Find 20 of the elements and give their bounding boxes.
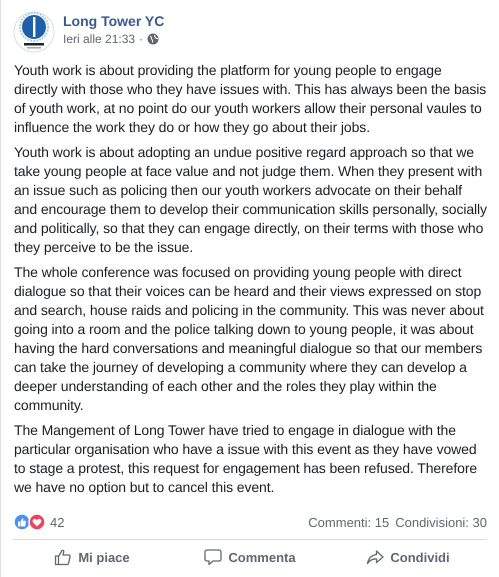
heart-reaction-icon xyxy=(28,513,46,531)
post-time[interactable]: Ieri alle 21:33 xyxy=(63,32,136,46)
comments-count[interactable]: Commenti: 15 xyxy=(308,514,390,530)
reaction-count[interactable]: 42 xyxy=(50,514,64,530)
post-paragraph: Youth work is about adopting an undue positive regard approach so that we take young people at face value and not judge them. When they present with an issue such as policing then our youth workers advocate on their behalf and encourage them to develop their communication skills personally, socially and politically, so that they can engage directly, on their terms with those who they perceive to be the issue. xyxy=(14,143,488,257)
post-paragraph: Youth work is about providing the platform for young people to engage directly with those who they have issues with. This has always been the basis of youth work, at no point do our youth workers allow their personal vaules to influence the work they do or how they go about their jobs. xyxy=(14,61,488,137)
thumbs-up-icon xyxy=(54,548,72,566)
globe-icon xyxy=(147,33,160,45)
club-logo-icon[interactable] xyxy=(13,11,55,53)
author-name[interactable]: Long Tower YC xyxy=(63,13,164,29)
like-button[interactable]: Mi piace xyxy=(13,541,171,573)
share-button[interactable]: Condividi xyxy=(329,541,487,573)
comment-button[interactable]: Commenta xyxy=(171,541,329,573)
like-reaction-icon xyxy=(13,513,31,531)
shares-count[interactable]: Condivisioni: 30 xyxy=(395,514,487,530)
post-paragraph: The whole conference was focused on providing young people with direct dialogue so that their voices can be heard and their views expressed on stop and search, house raids and policing in the community. This was never about going into a room and the police talking down to young people, it was about having the hard conversations and meaningful dialogue so that our members can take the journey of developing a community where they can develop a deeper understanding of each other and the roles they play within the community. xyxy=(14,263,485,415)
share-arrow-icon xyxy=(366,548,384,566)
post-paragraph: The Mangement of Long Tower have tried to engage in dialogue with the particular organisation who have a issue with this event as they have vowed to stage a protest, this request for engagement has been refused. Therefore we have no option but to cancel this event. xyxy=(14,421,478,497)
separator: · xyxy=(139,32,144,46)
speech-bubble-icon xyxy=(204,548,222,566)
